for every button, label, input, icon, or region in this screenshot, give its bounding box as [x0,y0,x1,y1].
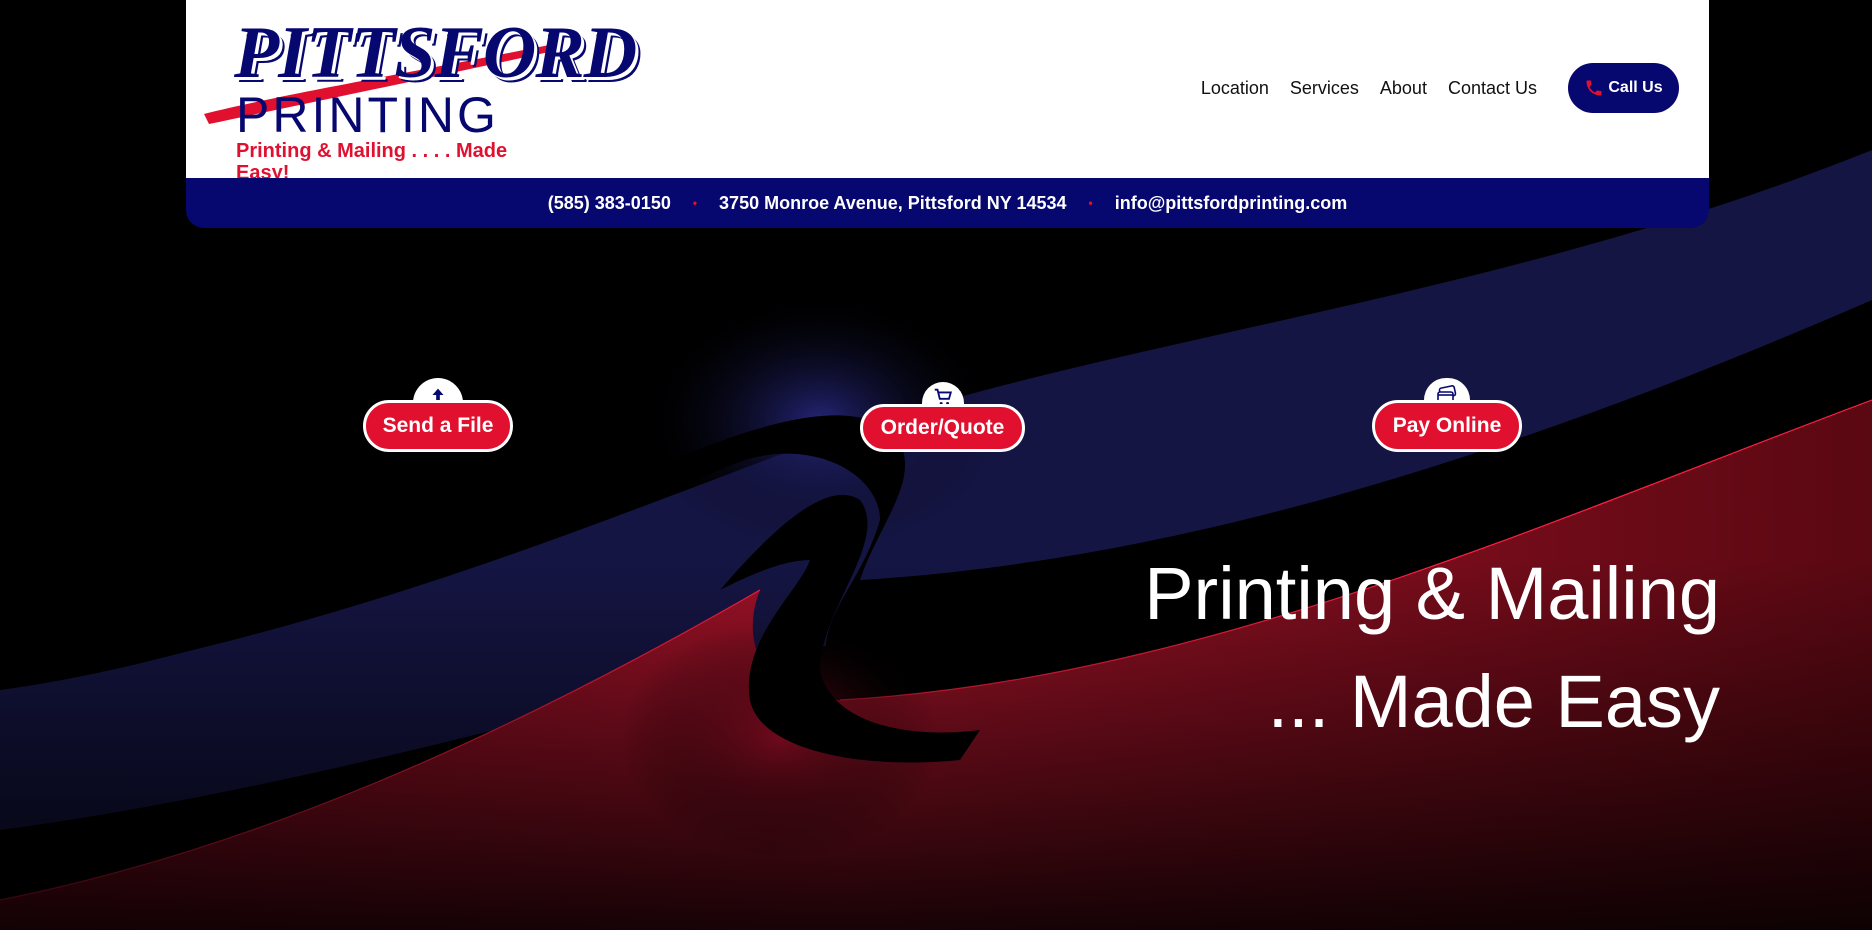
phone-number[interactable]: (585) 383-0150 [548,193,671,214]
pay-online-button[interactable]: Pay Online [1372,378,1522,452]
send-a-file-button[interactable]: Send a File [363,378,513,452]
nav-location[interactable]: Location [1201,72,1269,104]
order-quote-button[interactable]: Order/Quote [860,382,1025,452]
nav-contact-us[interactable]: Contact Us [1448,72,1537,104]
hero-line-1: Printing & Mailing [1144,552,1720,635]
pittsford-printing-logo[interactable]: PITTSFORD PRINTING Printing & Mailing . … [204,14,637,184]
call-us-button[interactable]: Call Us [1568,63,1679,113]
send-a-file-label: Send a File [363,400,513,452]
street-address[interactable]: 3750 Monroe Avenue, Pittsford NY 14534 [719,193,1066,214]
hero-headline: Printing & Mailing ... Made Easy [1144,540,1720,756]
nav-about[interactable]: About [1380,72,1427,104]
pay-online-label: Pay Online [1372,400,1522,452]
separator-dot: • [692,196,698,210]
nav-services[interactable]: Services [1290,72,1359,104]
logo-subtitle: PRINTING [236,87,499,143]
header-top-bar: PITTSFORD PRINTING Printing & Mailing . … [186,0,1709,184]
phone-icon [1584,78,1604,98]
call-us-label: Call Us [1608,79,1663,96]
order-quote-label: Order/Quote [860,404,1025,452]
logo-wordmark: PITTSFORD [234,12,637,94]
hero-line-2: ... Made Easy [1267,660,1720,743]
site-header: PITTSFORD PRINTING Printing & Mailing . … [186,0,1709,228]
contact-info-bar: (585) 383-0150 • 3750 Monroe Avenue, Pit… [186,178,1709,228]
email-address[interactable]: info@pittsfordprinting.com [1115,193,1348,214]
main-nav: Location Services About Contact Us [1201,72,1537,104]
separator-dot: • [1088,196,1093,210]
